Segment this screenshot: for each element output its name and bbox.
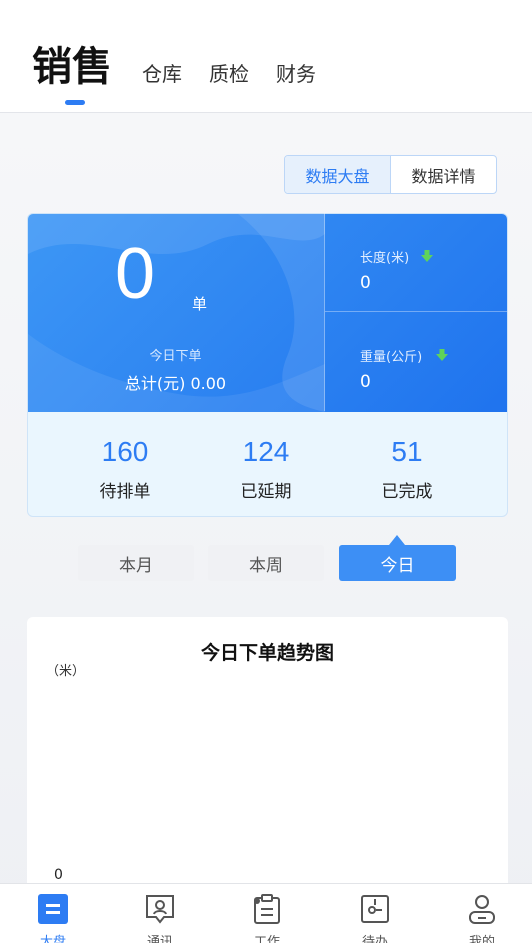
arrow-down-icon: [421, 250, 433, 262]
contacts-icon: [146, 895, 174, 924]
length-label: 长度(米): [360, 251, 410, 266]
nav-me-label: 我的: [468, 935, 495, 943]
nav-todo-label: 待办: [361, 935, 388, 943]
summary-card: [27, 213, 508, 517]
card-divider-horizontal: [325, 311, 507, 312]
chart-y-unit: （米）: [46, 664, 86, 679]
view-switch-details[interactable]: 数据详情: [391, 156, 496, 193]
nav-work[interactable]: 工作: [237, 893, 297, 943]
period-month[interactable]: 本月: [78, 545, 194, 581]
card-divider-vertical: [324, 213, 325, 411]
period-today[interactable]: 今日: [339, 545, 456, 581]
user-icon: [469, 895, 495, 924]
period-week[interactable]: 本周: [208, 545, 324, 581]
nav-dashboard[interactable]: 大盘: [23, 893, 83, 943]
view-switch: 数据大盘 数据详情: [284, 155, 497, 194]
total-amount: 总计(元) 0.00: [124, 374, 227, 393]
chart-y-tick-zero: 0: [54, 867, 63, 883]
delayed-label: 已延期: [240, 482, 292, 502]
weight-value: 0: [360, 372, 371, 392]
nav-me[interactable]: 我的: [452, 893, 512, 943]
pending-label: 待排单: [99, 482, 151, 502]
nav-contacts-label: 通讯: [146, 935, 173, 943]
completed-label: 已完成: [381, 482, 433, 502]
nav-work-label: 工作: [253, 935, 280, 943]
length-value: 0: [360, 273, 371, 293]
tab-quality-check[interactable]: 质检: [209, 58, 249, 87]
todo-icon: [361, 895, 389, 923]
clipboard-icon: [254, 894, 280, 924]
view-switch-dashboard[interactable]: 数据大盘: [285, 156, 391, 193]
pending-count[interactable]: 160: [55, 436, 195, 468]
nav-contacts[interactable]: 通讯: [130, 893, 190, 943]
weight-label: 重量(公斤): [360, 350, 423, 365]
today-order-count: 0: [115, 234, 156, 314]
completed-count[interactable]: 51: [337, 436, 477, 468]
arrow-down-icon: [436, 349, 448, 361]
delayed-count[interactable]: 124: [196, 436, 336, 468]
active-tab-indicator: [65, 100, 85, 105]
period-caret: [389, 535, 405, 545]
tab-finance[interactable]: 财务: [276, 58, 316, 87]
chart-title: 今日下单趋势图: [200, 642, 334, 664]
order-unit: 单: [192, 295, 208, 313]
tab-sales[interactable]: 销售: [32, 34, 112, 92]
nav-todo[interactable]: 待办: [345, 893, 405, 943]
tab-warehouse[interactable]: 仓库: [142, 58, 182, 87]
nav-dashboard-label: 大盘: [39, 935, 66, 943]
dashboard-icon: [38, 894, 68, 924]
today-order-label: 今日下单: [149, 349, 202, 364]
